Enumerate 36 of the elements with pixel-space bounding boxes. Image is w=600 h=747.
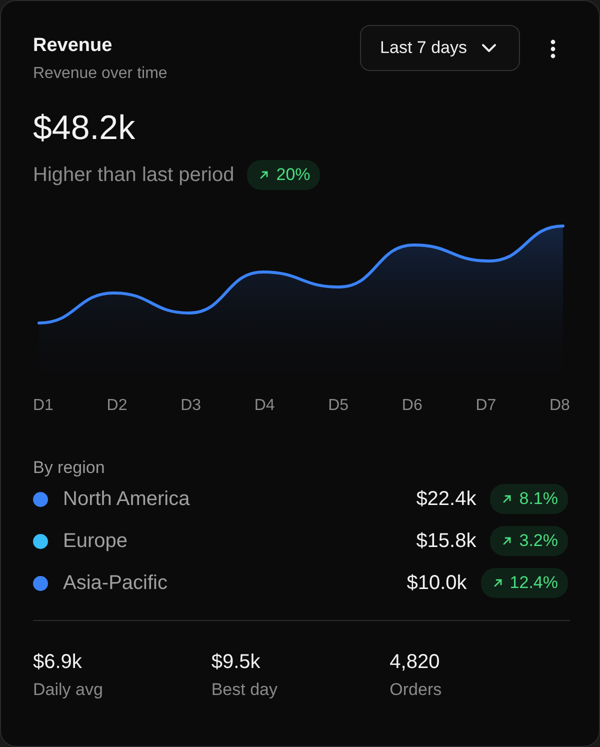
axis-label: D1: [33, 397, 54, 415]
stat-value: $9.5k: [211, 651, 262, 674]
stat-label: Orders: [390, 680, 443, 700]
region-value: $22.4k: [416, 488, 476, 510]
axis-label: D6: [402, 397, 422, 415]
axis-label: D3: [180, 397, 202, 415]
change-badge: 12.4%: [480, 568, 568, 598]
axis-label: D5: [328, 397, 349, 415]
revenue-total: $48.2k: [33, 109, 136, 148]
chevron-down-icon: [481, 43, 497, 53]
change-badge: 20%: [247, 160, 320, 190]
region-value: $15.8k: [416, 530, 476, 552]
more-icon[interactable]: [550, 39, 556, 59]
section-heading: By region: [33, 458, 106, 478]
axis-label: D7: [476, 397, 496, 415]
region-name: North America: [63, 488, 191, 510]
axis-label: D4: [254, 397, 275, 415]
region-value: $10.0k: [406, 572, 467, 594]
stat-value: $6.9k: [33, 651, 83, 674]
comparison-caption: Higher than last period: [33, 164, 234, 186]
change-badge: 3.2%: [490, 526, 568, 556]
arrow-up-right-icon: [492, 578, 503, 588]
arrow-up-right-icon: [502, 536, 512, 546]
region-name: Asia-Pacific: [63, 572, 168, 594]
card-subtitle: Revenue over time: [33, 65, 168, 83]
card-title: Revenue: [33, 35, 114, 57]
stat-label: Daily avg: [33, 680, 104, 700]
arrow-up-right-icon: [502, 494, 512, 504]
period-dropdown[interactable]: Last 7 days: [360, 25, 520, 71]
axis-label: D2: [106, 397, 128, 415]
stat-label: Best day: [211, 680, 278, 700]
region-name: Europe: [63, 530, 128, 552]
arrow-up-right-icon: [259, 170, 270, 180]
axis-label: D8: [549, 397, 570, 415]
stat-value: 4,820: [390, 651, 441, 674]
change-badge: 8.1%: [490, 484, 568, 514]
